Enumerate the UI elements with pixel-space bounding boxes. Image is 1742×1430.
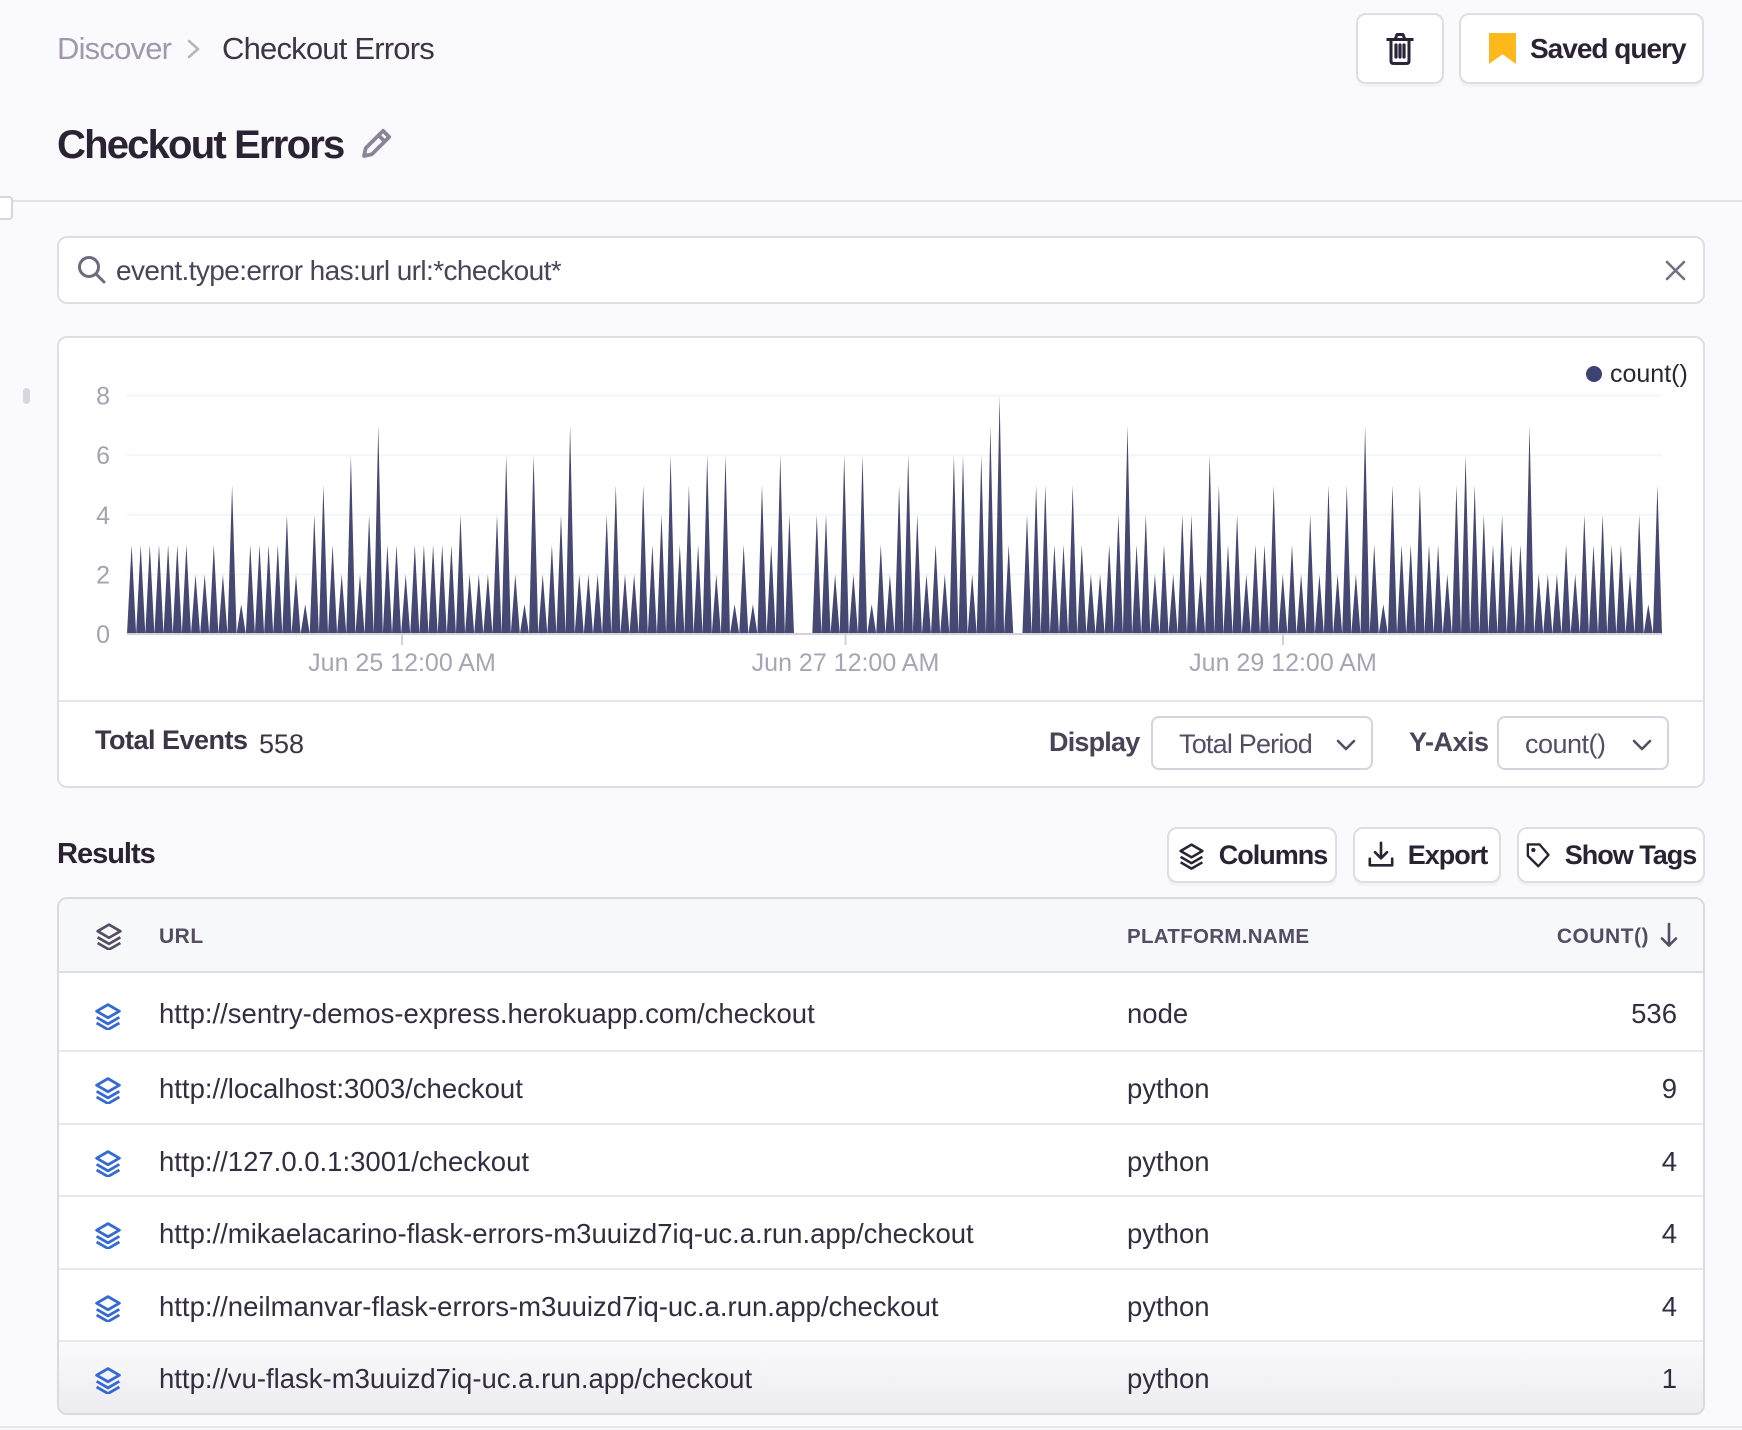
svg-text:4: 4	[96, 502, 110, 530]
svg-text:Jun 25 12:00 AM: Jun 25 12:00 AM	[308, 649, 496, 677]
svg-text:count(): count()	[1610, 360, 1688, 388]
svg-text:8: 8	[96, 383, 110, 411]
svg-text:6: 6	[96, 442, 110, 470]
svg-text:2: 2	[96, 561, 110, 589]
svg-text:0: 0	[96, 621, 110, 649]
svg-text:Jun 27 12:00 AM: Jun 27 12:00 AM	[752, 649, 940, 677]
svg-text:Jun 29 12:00 AM: Jun 29 12:00 AM	[1189, 649, 1377, 677]
